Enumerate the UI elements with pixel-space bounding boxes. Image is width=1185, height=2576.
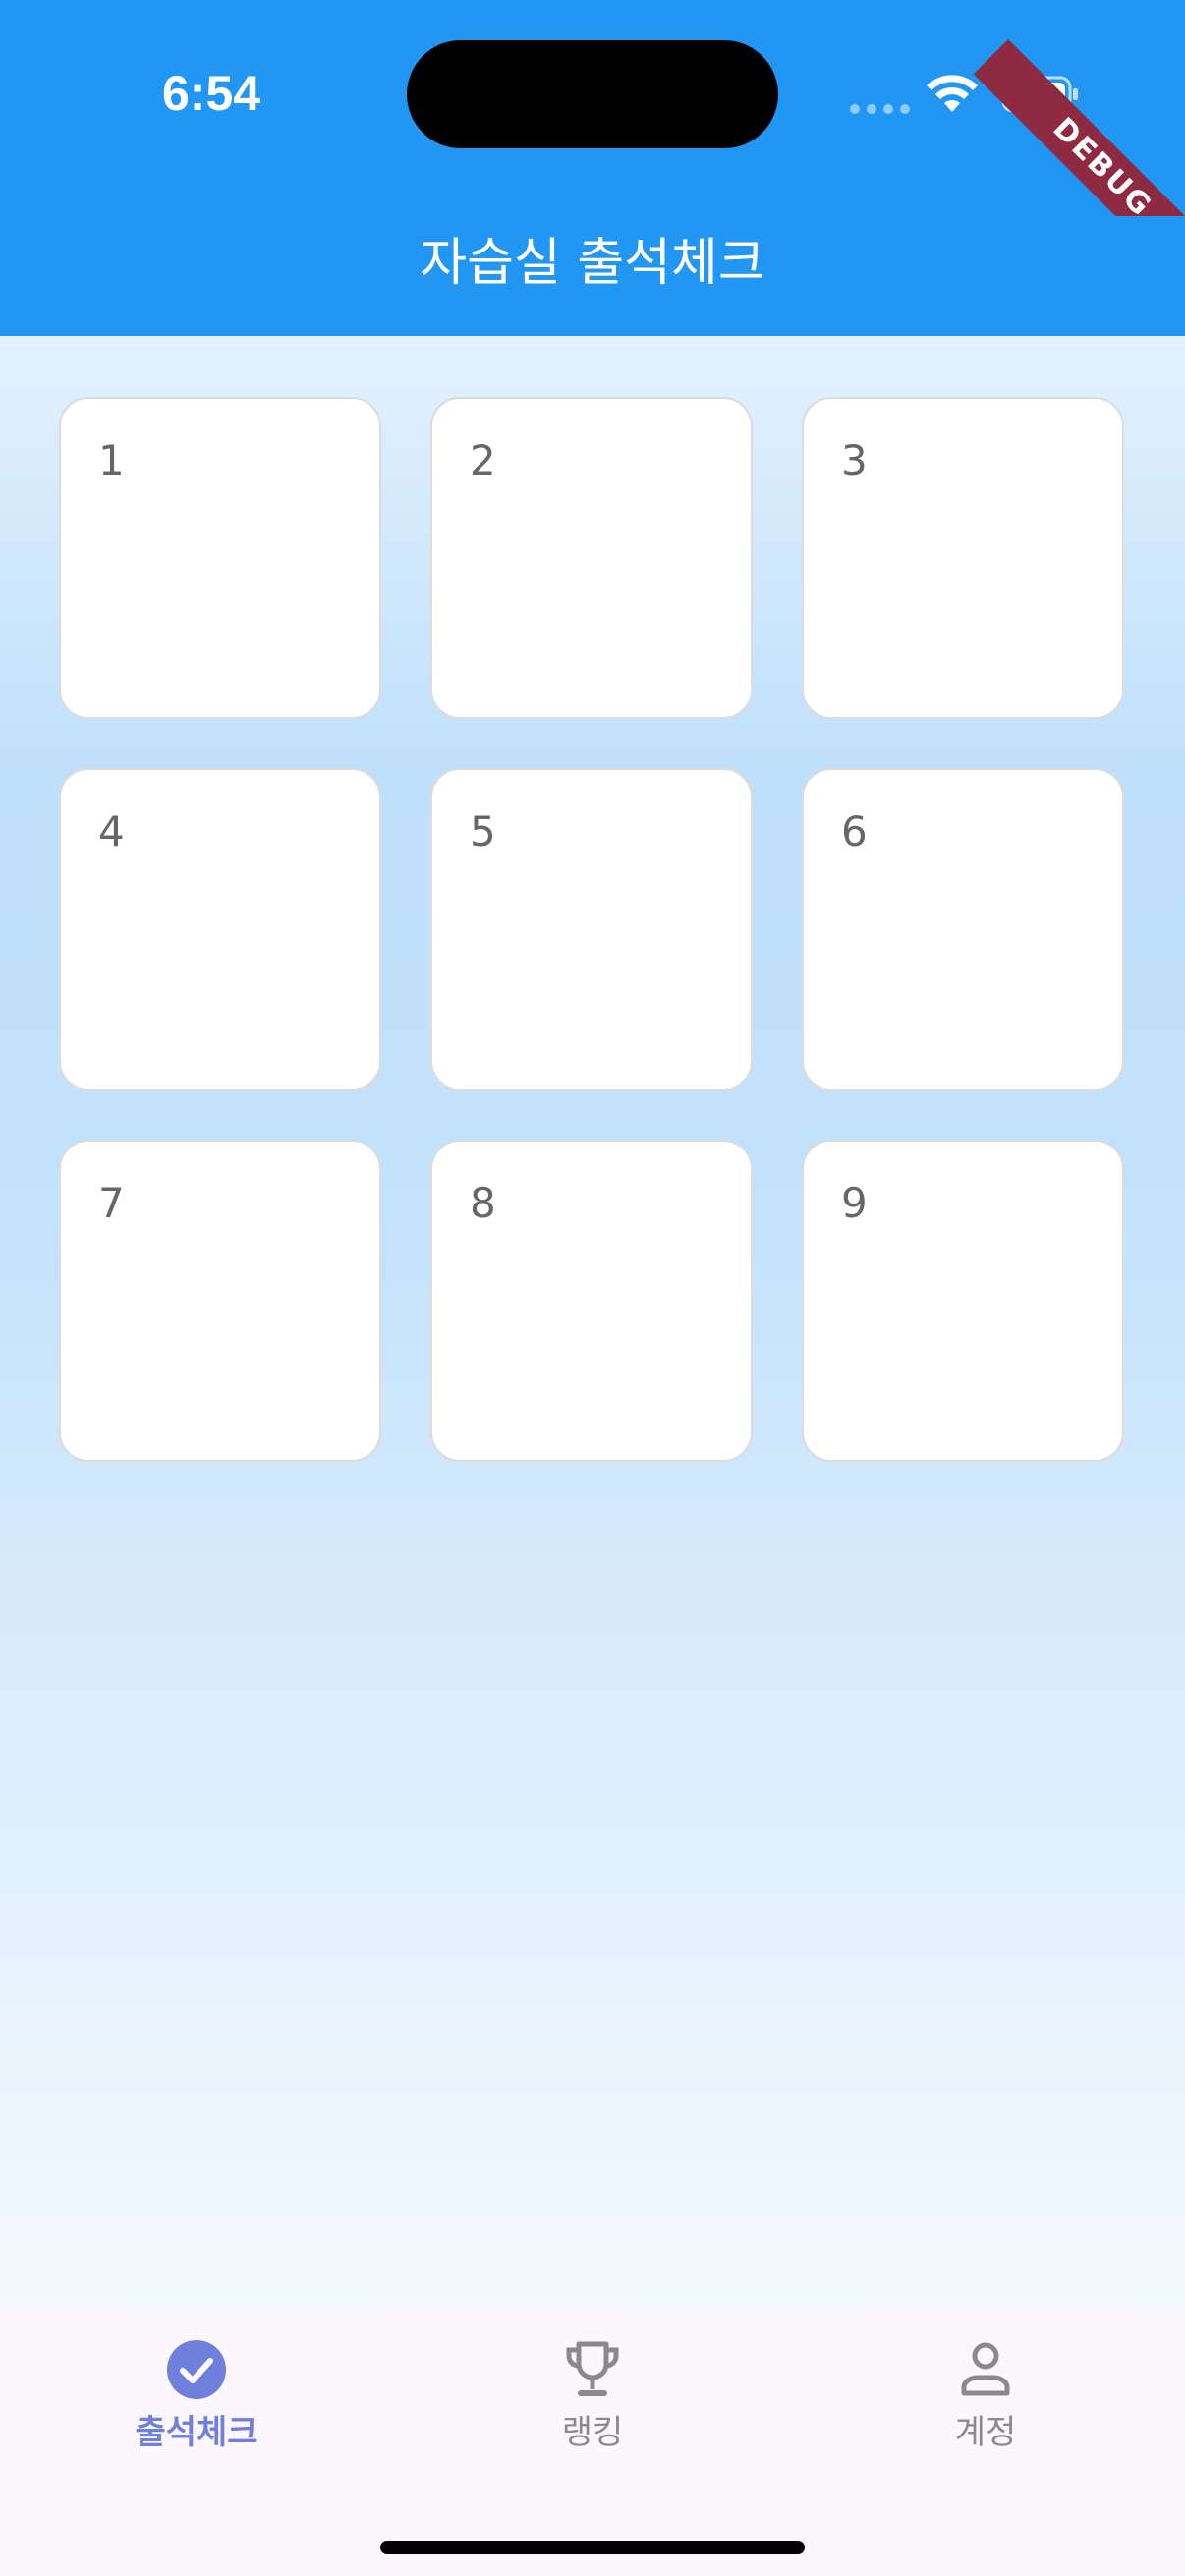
- cellular-signal-icon: [850, 104, 910, 114]
- person-icon: [961, 2342, 1010, 2396]
- seat-card[interactable]: 5: [430, 768, 753, 1091]
- dynamic-island: [407, 40, 778, 148]
- nav-item-label: 계정: [954, 2413, 1017, 2452]
- seat-area: 1 2 3 4 5 6 7 8 9: [0, 336, 1185, 2309]
- seat-card[interactable]: 6: [802, 768, 1124, 1091]
- status-time: 6:54: [162, 66, 261, 121]
- nav-item-attendance[interactable]: 출석체크: [98, 2338, 295, 2453]
- seat-card[interactable]: 3: [802, 397, 1124, 719]
- seat-number: 6: [841, 808, 868, 856]
- seat-number: 7: [98, 1179, 125, 1227]
- seat-card[interactable]: 8: [430, 1140, 753, 1462]
- page-title: 자습실 출석체크: [420, 234, 765, 293]
- nav-item-label: 랭킹: [561, 2413, 624, 2452]
- debug-banner: DEBUG: [969, 0, 1185, 216]
- nav-item-account[interactable]: 계정: [887, 2338, 1084, 2453]
- seat-number: 5: [470, 808, 496, 856]
- check-circle-icon: [167, 2340, 226, 2399]
- home-indicator: [380, 2541, 805, 2554]
- trophy-icon: [566, 2341, 619, 2396]
- seat-grid: 1 2 3 4 5 6 7 8 9: [59, 397, 1124, 1462]
- seat-card[interactable]: 4: [59, 768, 381, 1091]
- seat-number: 4: [98, 808, 125, 856]
- nav-item-ranking[interactable]: 랭킹: [494, 2338, 691, 2453]
- nav-item-label: 출석체크: [135, 2413, 258, 2452]
- debug-banner-label: DEBUG: [973, 39, 1185, 216]
- seat-number: 3: [841, 436, 868, 484]
- seat-number: 8: [470, 1179, 496, 1227]
- seat-number: 9: [841, 1179, 868, 1227]
- seat-card[interactable]: 7: [59, 1140, 381, 1462]
- seat-card[interactable]: 2: [430, 397, 753, 719]
- seat-number: 2: [470, 436, 496, 484]
- seat-number: 1: [98, 436, 125, 484]
- seat-card[interactable]: 1: [59, 397, 381, 719]
- bottom-navigation: 출석체크 랭킹 계정: [0, 2309, 1185, 2576]
- seat-card[interactable]: 9: [802, 1140, 1124, 1462]
